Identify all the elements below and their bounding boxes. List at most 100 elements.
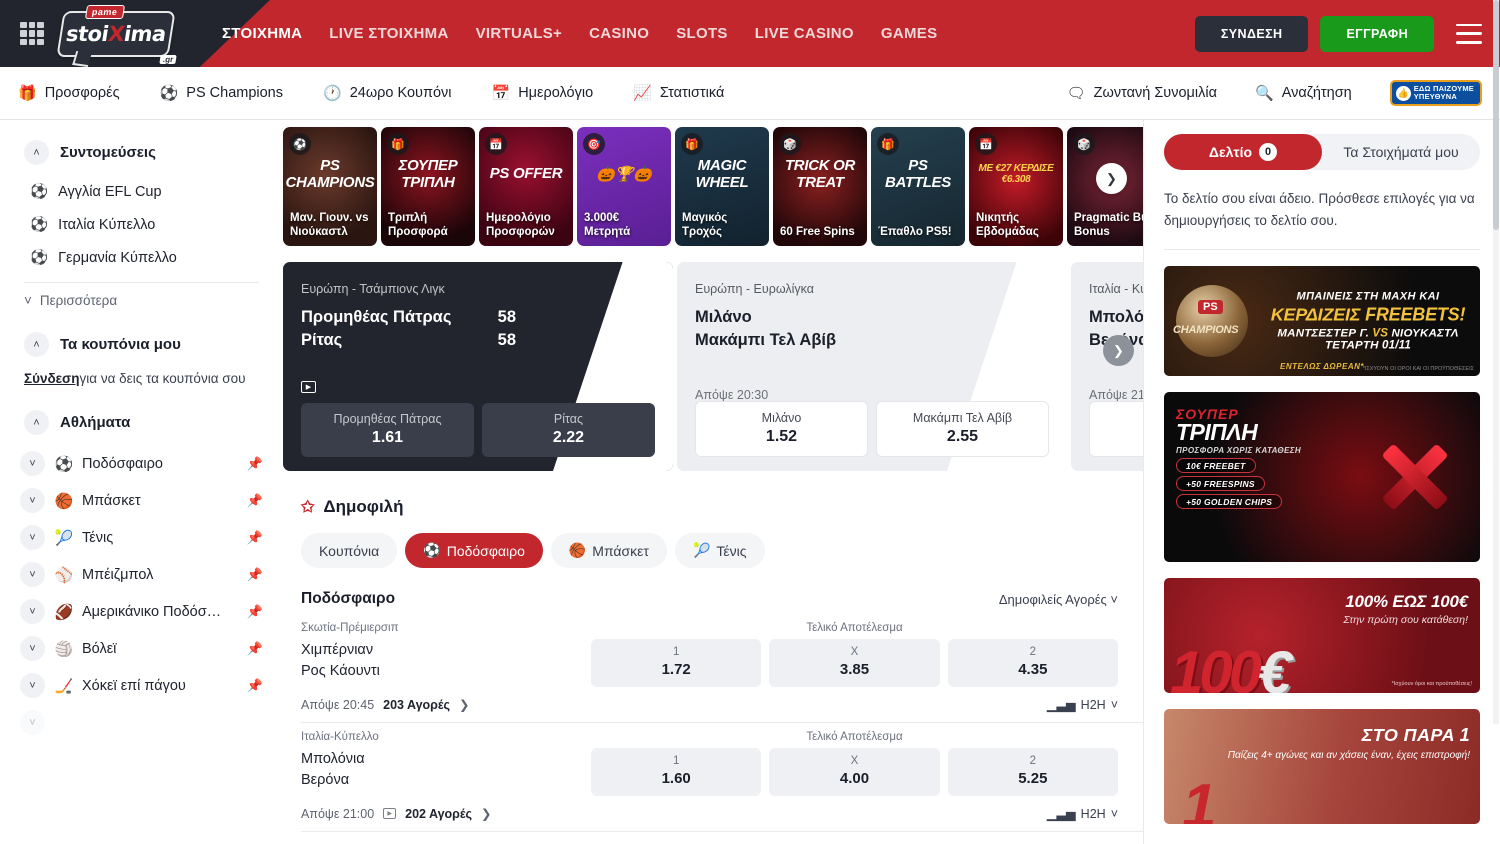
odd-button[interactable]: Ρίτας 2.22 [482,403,655,457]
login-button[interactable]: ΣΥΝΔΕΣΗ [1195,16,1309,52]
page-scrollbar[interactable] [1493,120,1499,724]
tv-stream-icon[interactable]: ▶ [383,808,396,819]
nav-item-stoixima[interactable]: ΣΤΟΙΧΗΜΑ [222,25,302,42]
chevron-down-icon[interactable]: ˅ [20,562,45,587]
nav-item-virtuals[interactable]: VIRTUALS+ [476,25,562,42]
sidebar-shortcut-italy-cup[interactable]: ⚽ Ιταλία Κύπελλο [0,208,283,241]
chevron-right-icon[interactable]: ❯ [459,697,469,712]
promo-tile[interactable]: PS CHAMPIONS ⚽ Μαν. Γιουν. vs Νιούκαστλ [283,127,377,246]
promo-carousel-next-button[interactable]: ❯ [1096,163,1127,194]
sidebar-item-volleyball[interactable]: ˅ 🏐 Βόλεϊ 📌 [0,630,283,667]
subnav-item-ps-champions[interactable]: ⚽ PS Champions [160,85,283,101]
pin-icon[interactable]: 📌 [247,530,263,546]
nav-item-slots[interactable]: SLOTS [676,25,728,42]
pin-icon[interactable]: 📌 [247,493,263,509]
sidebar-section-sports[interactable]: ˄ Αθλήματα [0,404,283,441]
odd-button[interactable]: Προμηθέας Πάτρας 1.61 [301,403,474,457]
tab-basketball[interactable]: 🏀 Μπάσκετ [551,533,667,568]
odd-button-1[interactable]: 1 1.72 [591,639,761,687]
live-chat-button[interactable]: 🗨 Ζωντανή Συνομιλία [1067,85,1217,101]
odd-button[interactable]: Μιλάνο 1.52 [695,401,868,457]
chevron-down-icon[interactable]: ˅ [20,710,45,735]
event-info[interactable]: Σκωτία-Πρέμιερσιπ Χιμπέρνιαν Ρος Κάουντι [301,622,591,687]
tab-my-bets[interactable]: Τα Στοιχήματά μου [1322,134,1480,170]
promo-tile[interactable]: 🎃🏆🎃 🎯 3.000€ Μετρητά [577,127,671,246]
tab-betslip[interactable]: Δελτίο 0 [1164,134,1322,170]
sidebar-item-basketball[interactable]: ˅ 🏀 Μπάσκετ 📌 [0,482,283,519]
sidebar-section-my-coupons[interactable]: ˄ Τα κουπόνια μου [0,326,283,363]
subnav-item-24h-coupon[interactable]: 🕐 24ωρο Κουπόνι [323,85,452,101]
sidebar-item-next[interactable]: ˅ [0,704,283,741]
live-stream-icon[interactable]: ▶ [301,381,316,393]
pin-icon[interactable]: 📌 [247,456,263,472]
chevron-down-icon[interactable]: ˅ [20,636,45,661]
promo-banner-sto-para-1[interactable]: 1 ΣΤΟ ΠΑΡΑ 1 Παίζεις 4+ αγώνες και αν χά… [1164,709,1480,824]
event-info[interactable]: Ιταλία-Κύπελλο Μπολόνια Βερόνα [301,731,591,796]
responsible-gaming-badge[interactable]: 👍 ΕΔΩ ΠΑΙΖΟΥΜΕ ΥΠΕΥΘΥΝΑ [1390,80,1482,107]
odd-button[interactable]: 1 1.6 [1089,401,1143,457]
sidebar-shortcut-efl-cup[interactable]: ⚽ Αγγλία EFL Cup [0,175,283,208]
sidebar-shortcut-germany-cup[interactable]: ⚽ Γερμανία Κύπελλο [0,241,283,274]
popular-markets-dropdown[interactable]: Δημοφιλείς Αγορές ˅ [999,592,1118,607]
nav-item-casino[interactable]: CASINO [589,25,649,42]
chevron-down-icon[interactable]: ˅ [20,599,45,624]
apps-grid-icon[interactable] [20,22,44,46]
sidebar-item-american-football[interactable]: ˅ 🏈 Αμερικάνικο Ποδόσ… 📌 [0,593,283,630]
pin-icon[interactable]: 📌 [247,604,263,620]
banner-line-4: ΤΕΤΑΡΤΗ 01/11 [1264,340,1472,352]
odd-button-x[interactable]: X 4.00 [769,748,939,796]
pin-icon[interactable]: 📌 [247,678,263,694]
promo-tile[interactable]: PS OFFER 📅 Ημερολόγιο Προσφορών [479,127,573,246]
sidebar-section-shortcuts[interactable]: ˄ Συντομεύσεις [0,134,283,171]
pin-icon[interactable]: 📌 [247,567,263,583]
coupons-login-link[interactable]: Σύνδεση [24,371,80,386]
sidebar-item-tennis[interactable]: ˅ 🎾 Τένις 📌 [0,519,283,556]
match-card[interactable]: Ιταλία - Κύπ… Μπολόνι Βερόνα Απόψε 21:0 … [1071,262,1143,471]
chevron-down-icon[interactable]: ˅ [20,488,45,513]
promo-banner-ps-champions[interactable]: PS CHAMPIONS ΜΠΑΙΝΕΙΣ ΣΤΗ ΜΑΧΗ ΚΑΙ ΚΕΡΔΙ… [1164,266,1480,376]
chevron-right-icon[interactable]: ❯ [481,806,491,821]
odd-button-1[interactable]: 1 1.60 [591,748,761,796]
odd-button[interactable]: Μακάμπι Τελ Αβίβ 2.55 [876,401,1049,457]
match-card[interactable]: Ευρώπη - Ευρωλίγκα Μιλάνο Μακάμπι Τελ Αβ… [677,262,1067,471]
match-league: Ευρώπη - Ευρωλίγκα [695,282,1049,296]
odd-button-2[interactable]: 2 4.35 [948,639,1118,687]
match-carousel-next-button[interactable]: ❯ [1103,335,1134,366]
chevron-down-icon[interactable]: ˅ [20,525,45,550]
signup-button[interactable]: ΕΓΓΡΑΦΗ [1320,16,1434,52]
site-logo[interactable]: pame stoiXima .gr [60,11,172,57]
nav-item-games[interactable]: GAMES [881,25,938,42]
sidebar-item-football[interactable]: ˅ ⚽ Ποδόσφαιρο 📌 [0,445,283,482]
search-button[interactable]: 🔍 Αναζήτηση [1255,85,1352,101]
scrollbar-thumb[interactable] [1493,120,1499,230]
hamburger-menu-icon[interactable] [1456,24,1482,44]
nav-item-live-stoixima[interactable]: LIVE ΣΤΟΙΧΗΜΑ [329,25,448,42]
tab-tennis[interactable]: 🎾 Τένις [675,533,765,568]
event-h2h-button[interactable]: ▁▃▅ H2H ˅ [1047,806,1118,821]
pin-icon[interactable]: 📌 [247,641,263,657]
promo-tile[interactable]: MAGIC WHEEL 🎁 Μαγικός Τροχός [675,127,769,246]
sidebar-more-button[interactable]: ˅ Περισσότερα [0,283,283,318]
promo-tile[interactable]: TRICK OR TREAT 🎲 60 Free Spins [773,127,867,246]
tab-coupons[interactable]: Κουπόνια [301,533,397,568]
promo-tile[interactable]: PS BATTLES 🎁 Έπαθλο PS5! [871,127,965,246]
promo-banner-super-triple[interactable]: ΣΟΥΠΕΡ ΤΡΙΠΛΗ ΠΡΟΣΦΟΡΑ ΧΩΡΙΣ ΚΑΤΑΘΕΣΗ 10… [1164,392,1480,562]
subnav-item-calendar[interactable]: 📅 Ημερολόγιο [492,85,594,101]
sidebar-item-ice-hockey[interactable]: ˅ 🏒 Χόκεϊ επί πάγου 📌 [0,667,283,704]
match-card[interactable]: Ευρώπη - Τσάμπιονς Λιγκ Προμηθέας Πάτρας… [283,262,673,471]
sidebar-item-baseball[interactable]: ˅ ⚾ Μπέιζμπολ 📌 [0,556,283,593]
odd-button-x[interactable]: X 3.85 [769,639,939,687]
nav-item-live-casino[interactable]: LIVE CASINO [755,25,854,42]
promo-tile[interactable]: ΣΟΥΠΕΡ ΤΡΙΠΛΗ 🎁 Τριπλή Προσφορά [381,127,475,246]
odd-button-2[interactable]: 2 5.25 [948,748,1118,796]
chevron-down-icon[interactable]: ˅ [20,673,45,698]
promo-banner-welcome-bonus[interactable]: 100€ 100% ΕΩΣ 100€ Στην πρώτη σου κατάθε… [1164,578,1480,693]
event-markets-count[interactable]: 203 Αγορές [383,698,450,712]
subnav-item-statistics[interactable]: 📈 Στατιστικά [633,85,724,101]
event-markets-count[interactable]: 202 Αγορές [405,807,472,821]
chevron-down-icon[interactable]: ˅ [20,451,45,476]
promo-tile[interactable]: ΜΕ €27 ΚΕΡΔΙΣΕ €6.308 📅 Νικητής Εβδομάδα… [969,127,1063,246]
subnav-item-offers[interactable]: 🎁 Προσφορές [18,85,120,101]
event-h2h-button[interactable]: ▁▃▅ H2H ˅ [1047,697,1118,712]
tab-football[interactable]: ⚽ Ποδόσφαιρο [405,533,543,568]
